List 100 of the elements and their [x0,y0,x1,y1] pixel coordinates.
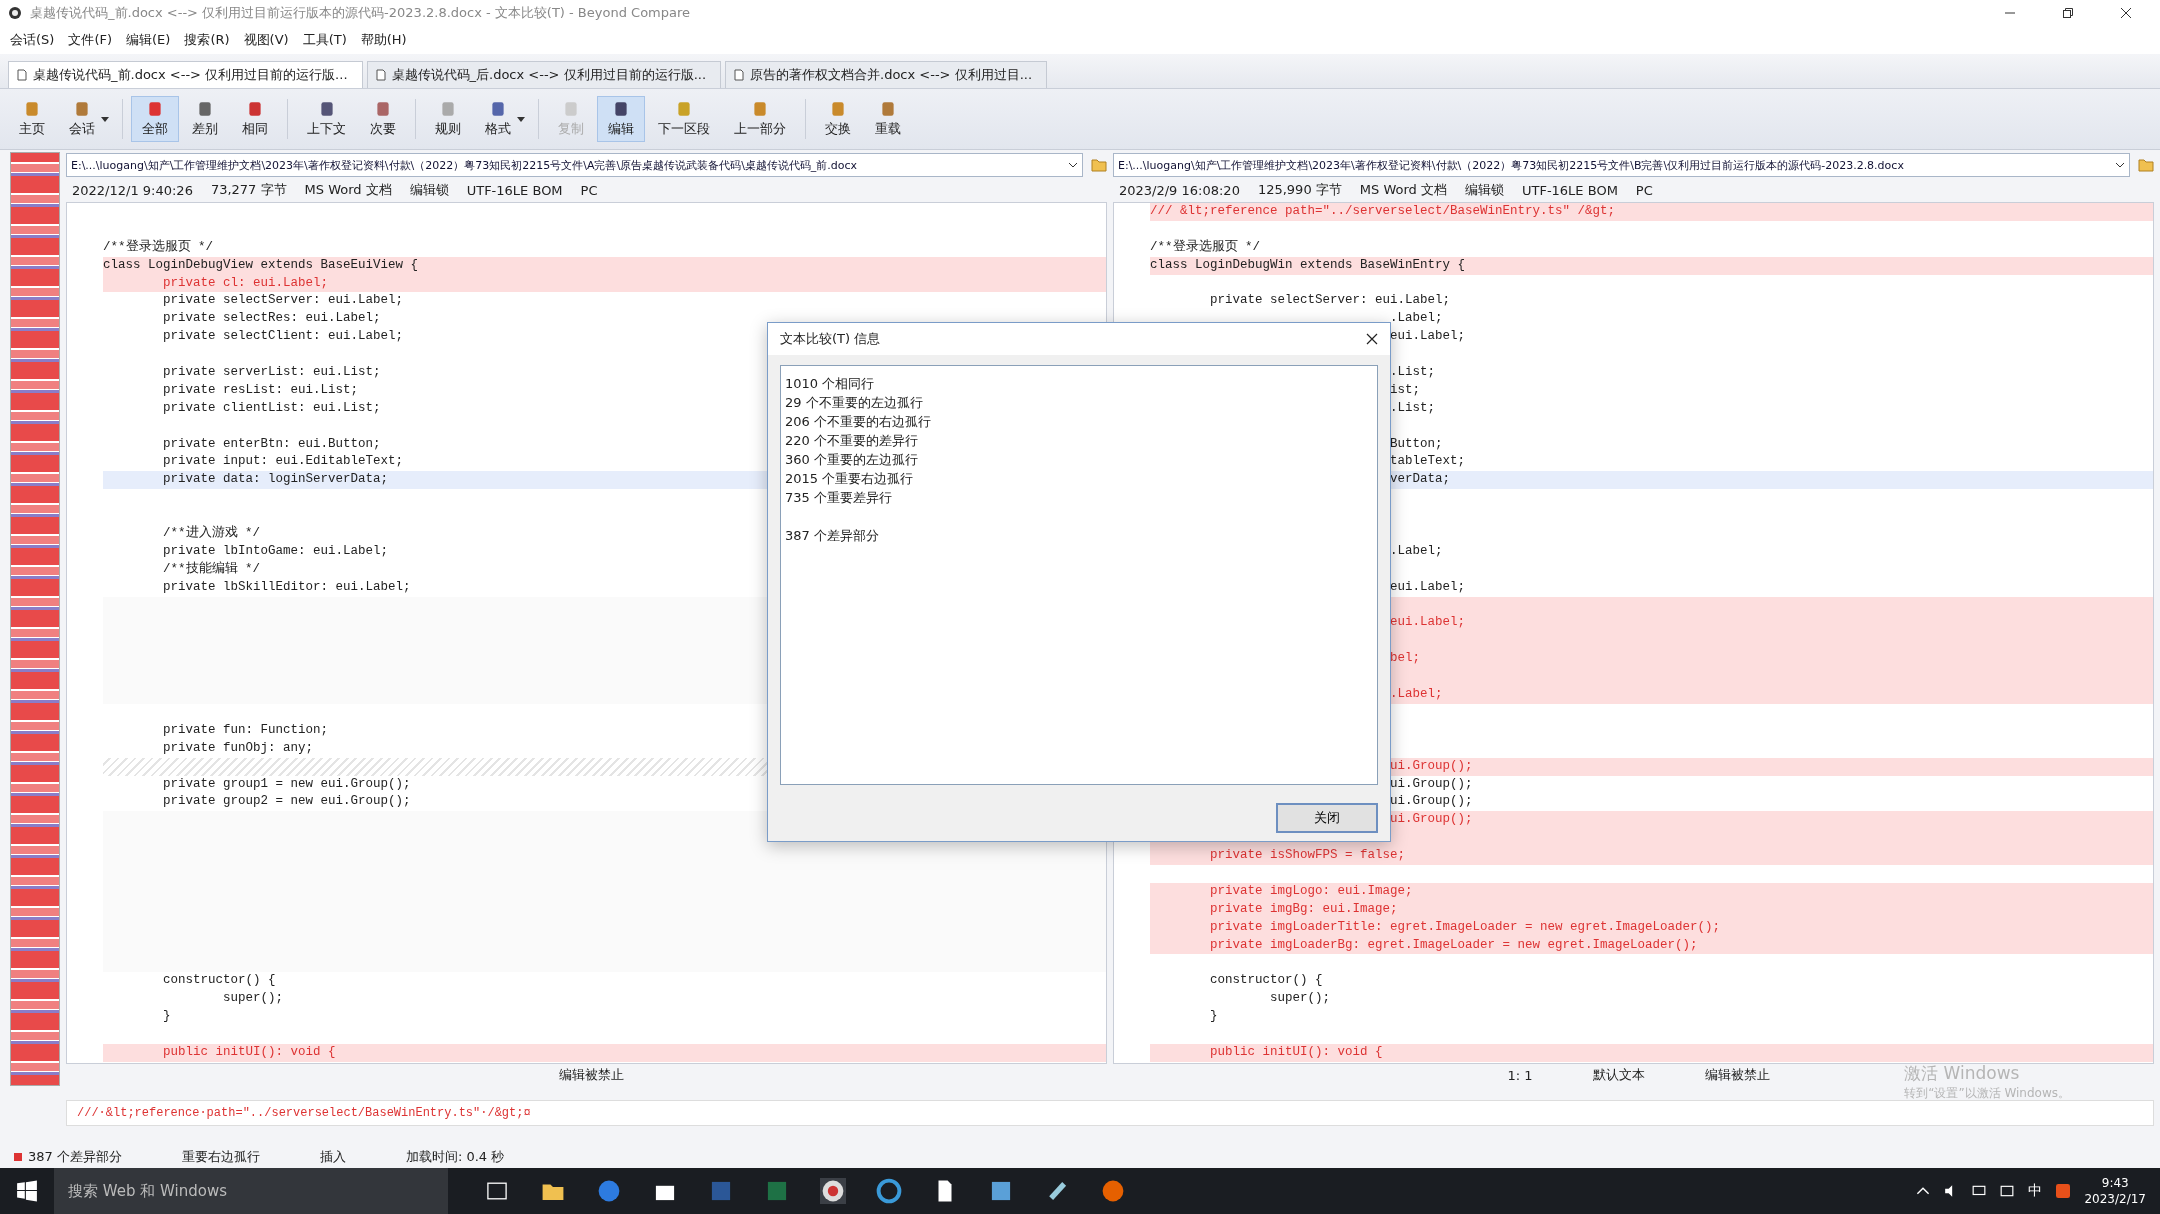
path-field[interactable]: E:\...\luogang\知产\工作管理维护文档\2023年\著作权登记资料\付款\（2022）粤73知民初2215号文件\B完善\仅利用过目前运行版本的源代码-2023.2.8.docx [1113,153,2130,177]
toolbar-button[interactable]: 重载 [864,96,912,142]
code-line: private funObj: any; [162,740,314,755]
tile-icon [675,100,693,118]
toolbar-button[interactable]: 相同 [231,96,279,142]
code-line: private imgLogo: eui.Image; [1209,883,1413,898]
code-line: private input: eui.EditableText; [162,454,404,469]
toolbar-button[interactable]: 全部 [131,96,179,142]
menu-item[interactable]: 文件(F) [68,31,113,49]
pane-status-text: 编辑被禁止 [1704,1066,1770,1084]
summary-line: 1010 个相同行 [785,376,875,391]
close-icon[interactable] [1366,333,1378,345]
code-line: private imgLoaderBg: egret.ImageLoader = new egret.ImageLoader(); [1209,937,1698,952]
app-tray-icon[interactable] [2056,1184,2071,1198]
code-line: private cl: eui.Label; [162,275,329,290]
code-line: } [162,1009,171,1024]
line-detail-text: ///·&lt;reference·path="../serverselect/BaseWinEntry.ts"·/&gt;¤ [77,1106,531,1120]
ime-indicator[interactable]: 中 [2028,1182,2043,1200]
compare-app-icon[interactable] [820,1178,846,1204]
start-icon[interactable] [16,1180,38,1202]
file-info-text: UTF-16LE BOM [1521,182,1618,198]
toolbar-button[interactable]: 格式 [474,96,530,142]
code-line: private selectRes: eui.Label; [162,311,381,326]
menu-item[interactable]: 搜索(R) [184,31,230,49]
menu-item[interactable]: 帮助(H) [360,31,407,49]
code-line: /// &lt;reference path="../serverselect/BaseWinEntry.ts" /&gt; [1150,204,1616,218]
file-info-text: PC [580,182,598,198]
dialog-title: 文本比较(T) 信息 [780,330,881,348]
file-info-text: 125,990 字节 [1257,181,1342,199]
code-line: private imgBg: eui.Image; [1209,901,1398,916]
toolbar-button[interactable]: 上一部分 [723,96,797,142]
file-info-text: 编辑锁 [409,181,449,199]
toolbar-button[interactable]: 会话 [58,96,114,142]
menu-item[interactable]: 编辑(E) [126,31,171,49]
document-icon [375,69,386,81]
toolbar-button[interactable]: 交换 [814,96,862,142]
tile-icon [73,100,91,118]
code-line: ist; [1390,382,1420,397]
pane-status-text: 编辑被禁止 [559,1066,624,1084]
status-text: 插入 [319,1148,346,1166]
code-line: bel; [1390,651,1420,666]
session-tab[interactable]: 原告的著作权文档合并.docx <--> 仅利用过目... [725,61,1048,88]
code-line: private data: loginServerData; [162,472,389,487]
code-line: .List; [1390,365,1435,379]
code-line: ui.Group(); [1390,776,1473,791]
code-line: Button; [1390,436,1443,451]
toolbar-button[interactable]: 编辑 [597,96,645,142]
code-line: eui.Label; [1390,579,1465,594]
code-line: /**登录选服页 */ [1150,239,1260,254]
code-line: .Label; [1390,687,1443,702]
code-line: private serverList: eui.List; [162,365,381,379]
dropdown-caret-icon[interactable] [2115,162,2125,168]
search-field[interactable]: 搜索 Web 和 Windows [54,1168,448,1214]
file-info-text: UTF-16LE BOM [466,182,563,198]
session-tab[interactable]: 桌越传说代码_前.docx <--> 仅利用过目前的运行版... [8,61,363,88]
toolbar-button[interactable]: 上下文 [296,96,357,142]
dropdown-caret-icon[interactable] [1068,162,1078,168]
code-line: class LoginDebugWin extends BaseWinEntry { [1150,257,1466,272]
close-button[interactable]: 关闭 [1276,803,1378,833]
toolbar-button[interactable]: 次要 [359,96,407,142]
tile-icon [489,100,507,118]
summary-line: 206 个不重要的右边孤行 [785,414,931,429]
tile-icon [374,100,392,118]
code-line: private selectServer: eui.Label; [162,293,404,308]
summary-line: 2015 个重要右边孤行 [785,471,914,486]
code-line: /**进入游戏 */ [162,526,261,541]
file-info-text: 2022/12/1 9:40:26 [72,182,193,198]
menu-item[interactable]: 工具(T) [302,31,347,49]
code-line: private imgLoaderTitle: egret.ImageLoader = new egret.ImageLoader(); [1209,919,1721,934]
summary-line: 735 个重要差异行 [785,490,892,505]
code-line: private isShowFPS = false; [1209,848,1406,863]
session-tab[interactable]: 桌越传说代码_后.docx <--> 仅利用过目前的运行版... [366,61,722,88]
code-line: super(); [1269,991,1331,1006]
code-line: /**技能编辑 */ [162,561,261,576]
tile-icon [829,100,847,118]
menu-item[interactable]: 视图(V) [243,31,289,49]
close-icon[interactable] [2120,7,2132,19]
clock-date[interactable]: 2023/2/17 [2084,1191,2146,1207]
window-title: 桌越传说代码_前.docx <--> 仅利用过目前运行版本的源代码-2023.2.8.docx - 文本比较(T) - Beyond Compare [30,4,691,22]
menu-item[interactable]: 会话(S) [10,31,55,49]
toolbar-button[interactable]: 规则 [424,96,472,142]
code-line: eui.Label; [1390,615,1465,630]
code-line: .Label; [1390,311,1443,326]
code-line: private resList: eui.List; [162,382,359,397]
toolbar-button[interactable]: 下一区段 [647,96,721,142]
code-line: class LoginDebugView extends BaseEuiView { [103,257,419,272]
clock-time[interactable]: 9:43 [2101,1175,2129,1191]
restore-icon[interactable] [2062,7,2074,19]
tile-icon [612,100,630,118]
tile-icon [146,100,164,118]
dropdown-caret-icon [101,116,109,122]
code-line: verData; [1390,472,1450,487]
code-line: private lbIntoGame: eui.Label; [162,543,389,558]
pane-status-text: 1: 1 [1507,1067,1533,1083]
path-field[interactable]: E:\...\luogang\知产\工作管理维护文档\2023年\著作权登记资料\付款\（2022）粤73知民初2215号文件\A完善\原告桌越传说武装备代码\桌越传说代码_前.docx [66,153,1083,177]
diff-marker-icon [14,1153,22,1161]
code-line: ui.Group(); [1390,758,1473,773]
activation-notice: 激活 Windows [1904,1062,2021,1085]
toolbar-button[interactable]: 差别 [181,96,229,142]
toolbar-button[interactable]: 主页 [8,96,56,142]
